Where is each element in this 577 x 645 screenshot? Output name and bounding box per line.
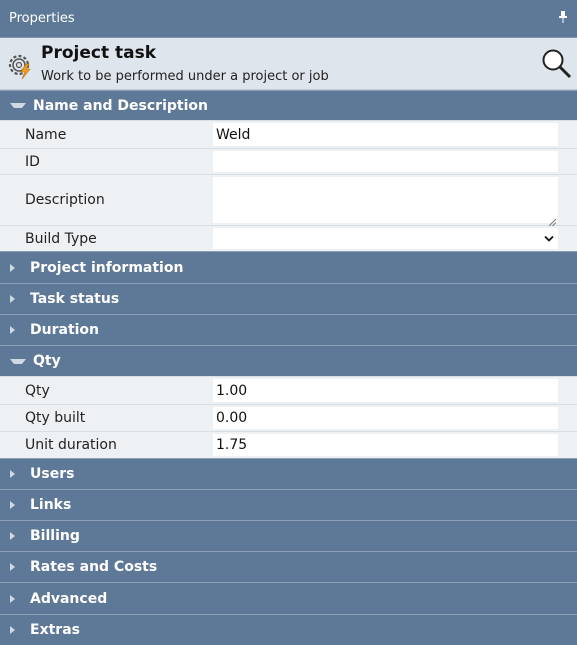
object-subtitle: Work to be performed under a project or … xyxy=(41,69,329,84)
field-label: Qty xyxy=(25,382,50,399)
unit-duration-field[interactable]: 1.75 xyxy=(213,434,558,456)
collapse-icon xyxy=(10,358,26,364)
property-row-build-type: Build Type xyxy=(0,225,577,251)
section-links[interactable]: Links xyxy=(0,489,577,520)
gear-lightning-icon xyxy=(4,51,36,83)
search-icon[interactable] xyxy=(541,48,573,84)
section-name-and-description[interactable]: Name and Description xyxy=(0,90,577,120)
section-billing[interactable]: Billing xyxy=(0,520,577,551)
object-title: Project task xyxy=(41,43,157,63)
section-label: Rates and Costs xyxy=(30,559,158,575)
section-label: Task status xyxy=(30,291,120,307)
section-users[interactable]: Users xyxy=(0,458,577,489)
expand-icon xyxy=(10,263,23,272)
section-qty[interactable]: Qty xyxy=(0,345,577,376)
property-row-name: Name Weld xyxy=(0,120,577,148)
section-label: Advanced xyxy=(30,590,108,607)
expand-icon xyxy=(10,532,23,540)
description-textarea[interactable] xyxy=(213,177,558,227)
section-label: Project information xyxy=(30,259,184,276)
field-label: ID xyxy=(25,153,40,170)
qty-built-field[interactable]: 0.00 xyxy=(213,407,558,429)
property-row-id: ID xyxy=(0,148,577,174)
property-row-qty: Qty 1.00 xyxy=(0,376,577,404)
properties-panel: Properties Project task Work to be perfo… xyxy=(0,0,577,645)
section-label: Duration xyxy=(30,322,100,338)
expand-icon xyxy=(10,295,23,303)
field-label: Name xyxy=(25,126,67,143)
property-row-unit-duration: Unit duration 1.75 xyxy=(0,431,577,458)
field-label: Build Type xyxy=(25,230,97,247)
section-label: Billing xyxy=(30,528,80,544)
panel-titlebar: Properties xyxy=(0,0,577,38)
property-row-description: Description xyxy=(0,174,577,227)
section-extras[interactable]: Extras xyxy=(0,614,577,645)
resize-grip-icon[interactable] xyxy=(548,214,557,227)
section-label: Qty xyxy=(33,353,61,369)
section-label: Users xyxy=(30,466,75,482)
id-field[interactable] xyxy=(213,151,558,172)
section-label: Links xyxy=(30,497,72,513)
property-row-qty-built: Qty built 0.00 xyxy=(0,404,577,431)
section-label: Extras xyxy=(30,622,80,638)
chevron-down-icon xyxy=(544,232,554,245)
section-project-information[interactable]: Project information xyxy=(0,251,577,283)
section-advanced[interactable]: Advanced xyxy=(0,582,577,614)
qty-field[interactable]: 1.00 xyxy=(213,379,558,402)
section-rates-and-costs[interactable]: Rates and Costs xyxy=(0,551,577,582)
section-label: Name and Description xyxy=(33,97,208,114)
expand-icon xyxy=(10,563,23,571)
pin-icon[interactable] xyxy=(558,11,568,26)
expand-icon xyxy=(10,594,23,603)
section-task-status[interactable]: Task status xyxy=(0,283,577,314)
build-type-select[interactable] xyxy=(213,228,558,249)
expand-icon xyxy=(10,470,23,478)
object-header: Project task Work to be performed under … xyxy=(0,38,577,90)
field-label: Qty built xyxy=(25,410,86,426)
section-duration[interactable]: Duration xyxy=(0,314,577,345)
field-label: Description xyxy=(25,192,105,208)
field-label: Unit duration xyxy=(25,437,117,453)
expand-icon xyxy=(10,501,23,509)
collapse-icon xyxy=(10,103,26,108)
panel-title: Properties xyxy=(9,11,75,26)
expand-icon xyxy=(10,626,23,634)
name-field[interactable]: Weld xyxy=(213,123,558,146)
expand-icon xyxy=(10,326,23,334)
